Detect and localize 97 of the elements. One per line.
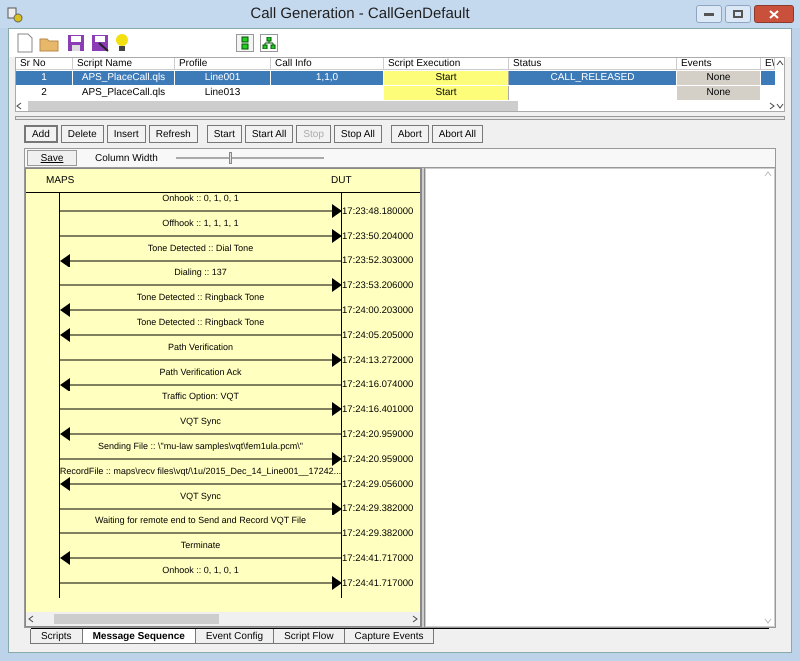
table-cell: Line013 [175, 86, 271, 100]
scroll-right-icon [769, 102, 775, 110]
message-label: Sending File :: \"mu-law samples\vqt\fem1ula.pcm\" [98, 440, 303, 452]
window-title: Call Generation - CallGenDefault [250, 4, 470, 22]
new-file-icon[interactable] [17, 33, 33, 53]
close-button[interactable] [754, 5, 794, 23]
table-cell: Line001 [175, 71, 271, 85]
timestamp: 17:24:05.205000 [342, 330, 414, 342]
column-header[interactable]: Sr No [16, 58, 73, 70]
message-label: Traffic Option: VQT [162, 391, 240, 402]
scroll-down-icon [776, 103, 784, 109]
message-label: VQT Sync [180, 416, 221, 428]
message-label: Path Verification Ack [159, 366, 242, 378]
action-button[interactable]: Add [24, 125, 58, 143]
minimize-button[interactable] [696, 5, 722, 23]
horizontal-scrollbar[interactable] [16, 100, 775, 111]
maximize-button[interactable] [725, 5, 751, 23]
timestamp: 17:24:41.717000 [342, 552, 414, 565]
minimize-icon [704, 12, 714, 16]
slider-thumb[interactable] [229, 152, 232, 164]
start-cell[interactable]: Start [384, 71, 509, 85]
action-button[interactable]: Start All [244, 125, 294, 143]
tab[interactable]: Capture Events [344, 629, 434, 644]
table-row[interactable]: 1 APS_PlaceCall.qls Line001 1,1,0 Start CALL_RELEASED None [16, 71, 775, 85]
timestamp: 17:24:29.056000 [342, 478, 414, 491]
message-label: Tone Detected :: Ringback Tone [136, 292, 264, 304]
tree-layout-button[interactable] [260, 34, 278, 52]
vertical-nodes-icon [241, 36, 249, 50]
timestamp: 17:24:00.203000 [342, 304, 414, 317]
timestamp: 17:24:20.959000 [342, 454, 414, 466]
scroll-left-icon [28, 615, 34, 623]
action-button[interactable]: Stop All [334, 125, 382, 143]
timestamp: 17:23:50.204000 [342, 230, 414, 243]
column-header[interactable]: Events [677, 58, 761, 70]
events-cell[interactable]: None [677, 86, 761, 100]
lifeline-label: DUT [331, 174, 352, 188]
tab[interactable]: Scripts [30, 629, 83, 644]
action-button[interactable]: Insert [106, 125, 146, 143]
column-header[interactable]: Script Name [73, 58, 175, 70]
timestamp: 17:23:53.206000 [342, 280, 414, 292]
message-label: Tone Detected :: Ringback Tone [136, 316, 264, 328]
message-label: Tone Detected :: Dial Tone [148, 242, 254, 254]
lifeline-label: MAPS [46, 174, 76, 188]
message-label: Waiting for remote end to Send and Record VQT File [94, 515, 306, 526]
scroll-right-icon [412, 615, 418, 623]
action-button[interactable]: Abort [390, 125, 429, 143]
action-button[interactable]: Abort All [432, 125, 483, 143]
save-button[interactable]: Save [27, 150, 77, 166]
column-header[interactable]: Call Info [271, 58, 384, 70]
message-label: Offhook :: 1, 1, 1, 1 [162, 218, 239, 229]
message-label: Onhook :: 0, 1, 0, 1 [162, 564, 239, 576]
horizontal-scrollbar[interactable] [26, 612, 420, 626]
action-button[interactable]: Delete [60, 125, 104, 143]
message-label: RecordFile :: maps\recv files\vqt/\1u/2015_Dec_14_Line001__17242... [60, 466, 342, 477]
close-icon [769, 10, 779, 18]
action-button[interactable]: Start [206, 125, 242, 143]
table-cell: 1 [16, 71, 73, 85]
start-cell[interactable]: Start [384, 86, 509, 100]
message-label: VQT Sync [180, 490, 221, 502]
message-label: Path Verification [168, 342, 234, 353]
column-width-label: Column Width [95, 152, 158, 166]
scroll-left-icon [16, 102, 22, 110]
scroll-up-icon [764, 171, 772, 177]
save-as-icon[interactable] [91, 34, 109, 52]
tab[interactable]: Message Sequence [82, 629, 196, 644]
vertical-layout-button[interactable] [236, 34, 254, 52]
column-width-slider[interactable] [176, 152, 324, 164]
column-header[interactable]: Script Execution [384, 58, 509, 70]
timestamp: 17:24:29.382000 [342, 528, 414, 540]
tree-nodes-icon [262, 37, 276, 49]
events-cell[interactable]: None [677, 71, 761, 85]
timestamp: 17:24:13.272000 [342, 354, 414, 367]
message-label: Terminate [180, 540, 220, 552]
timestamp: 17:23:52.303000 [342, 255, 414, 268]
timestamp: 17:24:16.401000 [342, 404, 414, 416]
timestamp: 17:24:16.074000 [342, 379, 414, 392]
table-cell: APS_PlaceCall.qls [73, 71, 175, 85]
action-button[interactable]: Refresh [148, 125, 198, 143]
timestamp: 17:24:20.959000 [342, 428, 414, 441]
column-header[interactable]: Profile [175, 58, 271, 70]
restore-icon [733, 10, 743, 18]
table-cell: 2 [16, 86, 73, 100]
timestamp: 17:24:29.382000 [342, 503, 414, 516]
table-cell: APS_PlaceCall.qls [73, 86, 175, 100]
timestamp: 17:23:48.180000 [342, 206, 414, 218]
tab[interactable]: Script Flow [273, 629, 345, 644]
vertical-scrollbar[interactable] [775, 58, 784, 111]
lightbulb-icon[interactable] [115, 33, 129, 53]
message-label: Dialing :: 137 [174, 267, 227, 278]
message-label: Onhook :: 0, 1, 0, 1 [162, 193, 239, 204]
tab[interactable]: Event Config [194, 629, 274, 644]
scroll-up-icon [776, 60, 784, 66]
save-icon[interactable] [67, 34, 85, 52]
app-icon [6, 5, 24, 23]
scroll-down-icon [764, 618, 772, 624]
timestamp: 17:24:41.717000 [342, 578, 414, 590]
column-header[interactable]: Status [509, 58, 677, 70]
